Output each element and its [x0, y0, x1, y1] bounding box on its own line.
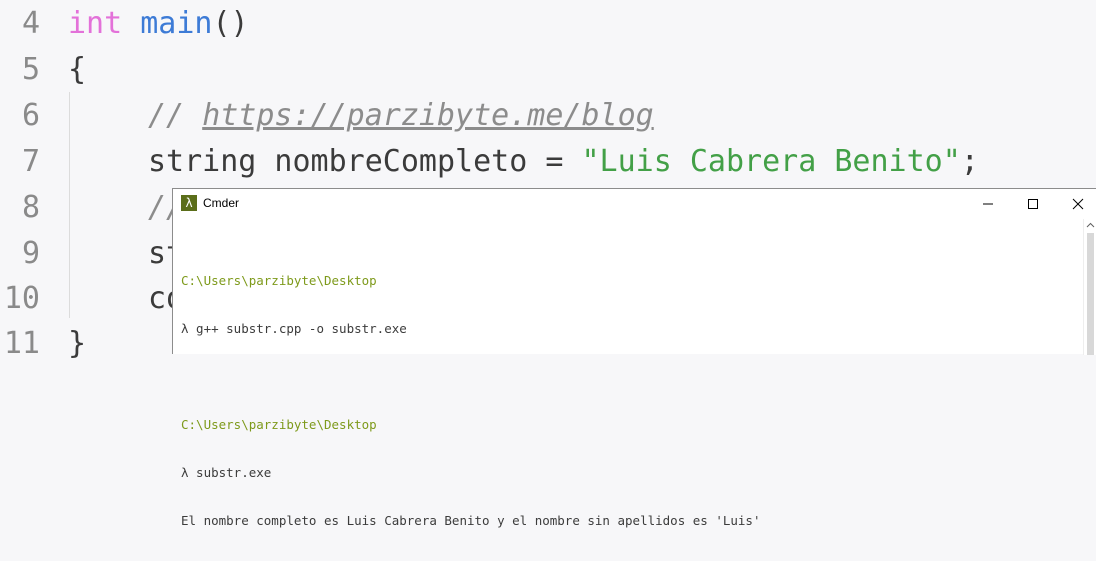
line-number: 5: [21, 52, 40, 87]
line-number: 7: [21, 144, 40, 179]
line-number: 11: [3, 326, 40, 361]
scroll-up-arrow-icon[interactable]: [1086, 221, 1095, 230]
console-command: λ substr.exe: [181, 465, 272, 480]
console-command: λ g++ substr.cpp -o substr.exe: [181, 321, 407, 336]
close-icon: [1072, 198, 1084, 210]
scrollbar-thumb[interactable]: [1087, 233, 1094, 355]
line-number: 4: [21, 6, 40, 41]
variable-assignment: nombreCompleto =: [256, 144, 582, 179]
type-name: string: [148, 144, 257, 179]
cmder-window[interactable]: λ Cmder C:\Users\parzibyte\Desktop λ g++…: [172, 188, 1096, 528]
close-button[interactable]: [1056, 189, 1096, 219]
window-titlebar[interactable]: λ Cmder: [173, 189, 1096, 219]
comment-url-link[interactable]: https://parzibyte.me/blog: [202, 98, 654, 133]
console-prompt-path: C:\Users\parzibyte\Desktop: [181, 273, 377, 288]
parentheses: (): [212, 6, 249, 41]
code-line[interactable]: 5 {: [0, 47, 1096, 93]
console-output-line: El nombre completo es Luis Cabrera Benit…: [181, 513, 761, 528]
code-line[interactable]: 7 string nombreCompleto = "Luis Cabrera …: [0, 139, 1096, 185]
function-name: main: [140, 6, 213, 41]
line-number: 10: [3, 281, 40, 316]
code-text: string nombreCompleto = "Luis Cabrera Be…: [148, 139, 979, 185]
console-prompt-path: C:\Users\parzibyte\Desktop: [181, 417, 377, 432]
line-number: 8: [21, 190, 40, 225]
console-output[interactable]: C:\Users\parzibyte\Desktop λ g++ substr.…: [181, 241, 1081, 561]
keyword-int: int: [68, 6, 123, 41]
comment-slashes: //: [148, 98, 203, 133]
lambda-icon: λ: [181, 195, 197, 211]
code-line[interactable]: 4 int main(): [0, 1, 1096, 47]
maximize-icon: [1028, 199, 1038, 209]
maximize-button[interactable]: [1011, 189, 1056, 219]
string-literal: "Luis Cabrera Benito": [581, 144, 961, 179]
line-number: 9: [21, 236, 40, 271]
code-text: }: [68, 326, 87, 361]
line-number: 6: [21, 98, 40, 133]
code-line[interactable]: 6 // https://parzibyte.me/blog: [0, 93, 1096, 139]
code-text: int main(): [68, 1, 249, 47]
window-title: Cmder: [203, 196, 240, 210]
minimize-icon: [983, 203, 993, 205]
code-text: {: [68, 52, 87, 87]
minimize-button[interactable]: [966, 189, 1011, 219]
code-text: // https://parzibyte.me/blog: [148, 93, 654, 139]
semicolon: ;: [960, 144, 979, 179]
vertical-scrollbar[interactable]: [1083, 219, 1096, 355]
